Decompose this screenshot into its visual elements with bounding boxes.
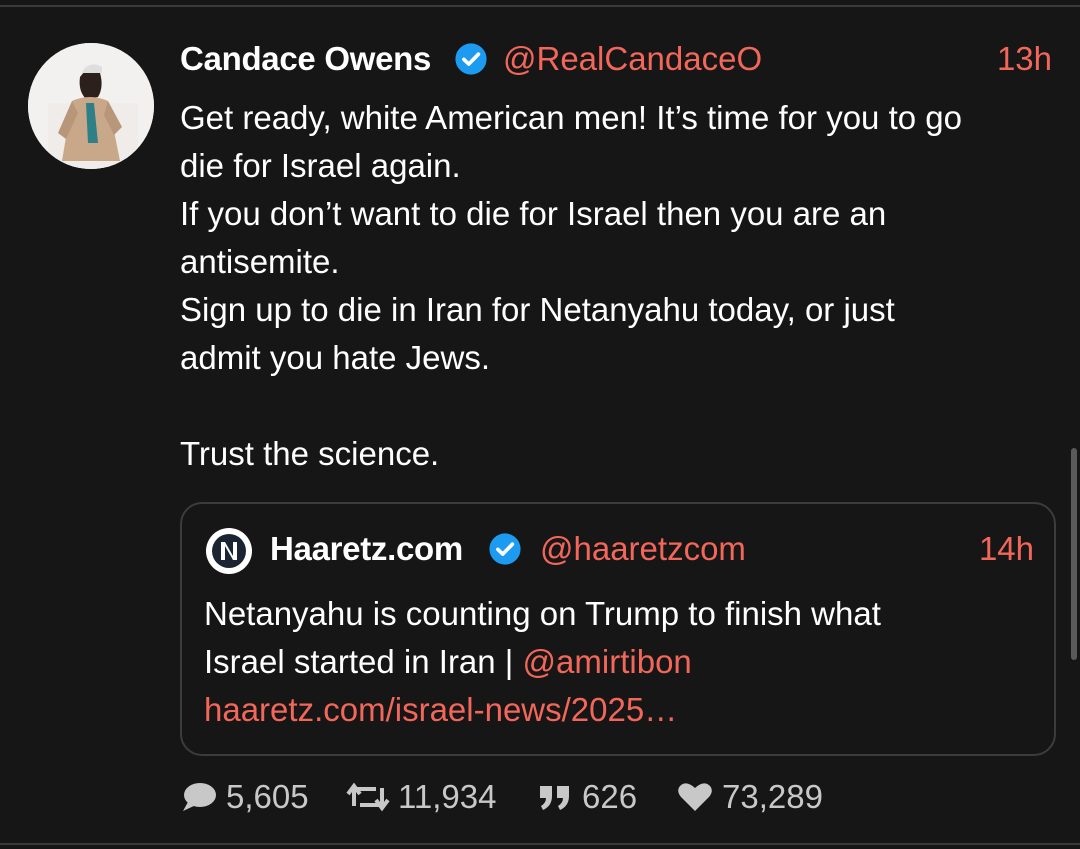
tweet-text: Get ready, white American men! It’s time…: [180, 94, 1060, 478]
tweet-actions: 5,605 11,934 626 73,289: [180, 774, 880, 820]
author-name[interactable]: Candace Owens: [180, 36, 431, 82]
tweet-line: [180, 382, 1060, 430]
scrollbar-thumb[interactable]: [1071, 448, 1077, 660]
tweet-header: Candace Owens @RealCandaceO 13h: [180, 36, 1060, 82]
tweet-line: Trust the science.: [180, 435, 440, 472]
tweet-line: If you don’t want to die for Israel then…: [180, 195, 887, 232]
like-count: 73,289: [722, 778, 823, 815]
tweet-time[interactable]: 13h: [997, 36, 1052, 82]
quoted-author-name[interactable]: Haaretz.com: [270, 526, 463, 572]
tweet-line: Get ready, white American men! It’s time…: [180, 99, 962, 136]
heart-icon: [678, 783, 712, 811]
quoted-tweet-text: Netanyahu is counting on Trump to finish…: [204, 590, 1034, 734]
top-divider: [0, 5, 1080, 7]
verified-badge-icon: [454, 42, 488, 76]
retweet-count: 11,934: [398, 778, 497, 815]
tweet-line: die for Israel again.: [180, 147, 461, 184]
like-button[interactable]: 73,289: [676, 774, 823, 820]
tweet-line: Sign up to die in Iran for Netanyahu tod…: [180, 291, 895, 328]
retweet-button[interactable]: 11,934: [346, 774, 496, 820]
avatar[interactable]: [28, 43, 154, 169]
tweet-line: antisemite.: [180, 243, 340, 280]
quoted-tweet-time[interactable]: 14h: [979, 526, 1034, 572]
quoted-line: Netanyahu is counting on Trump to finish…: [204, 595, 881, 632]
article-link[interactable]: haaretz.com/israel-news/2025…: [204, 686, 1034, 734]
bottom-divider: [0, 843, 1080, 845]
quoted-author-handle[interactable]: @haaretzcom: [540, 526, 746, 572]
verified-badge-icon: [488, 532, 522, 566]
quoted-tweet-card[interactable]: Haaretz.com @haaretzcom 14h Netanyahu is…: [180, 502, 1056, 756]
mention-link[interactable]: @amirtibon: [523, 643, 692, 680]
reply-count: 5,605: [226, 778, 309, 815]
haaretz-logo-icon: [206, 528, 252, 574]
tweet-line: admit you hate Jews.: [180, 339, 490, 376]
author-handle[interactable]: @RealCandaceO: [503, 36, 762, 82]
quote-button[interactable]: 626: [536, 774, 637, 820]
quote-count: 626: [582, 778, 638, 815]
quoted-line-text: Israel started in Iran |: [204, 643, 523, 680]
retweet-icon: [346, 782, 390, 812]
reply-button[interactable]: 5,605: [180, 774, 309, 820]
quoted-line: Israel started in Iran | @amirtibon: [204, 638, 1034, 686]
quote-icon: [540, 786, 569, 810]
reply-bubble-icon: [183, 783, 216, 811]
